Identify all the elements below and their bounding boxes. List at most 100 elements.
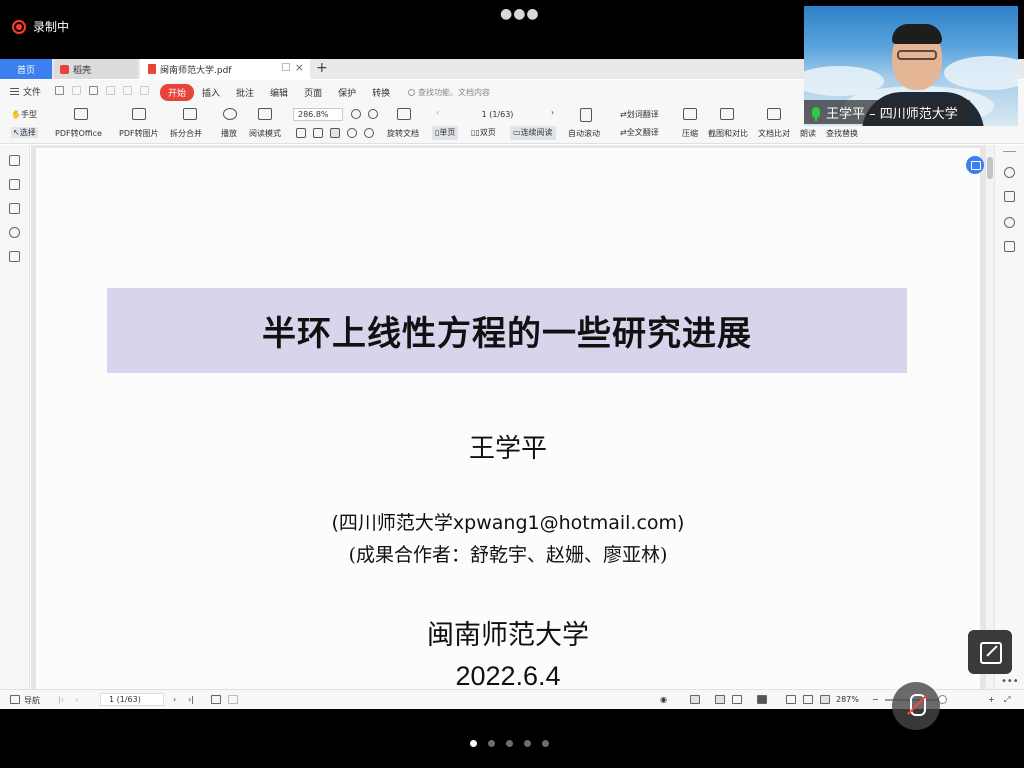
rotate-left-icon[interactable] [347,128,357,138]
new-tab-button[interactable]: + [316,60,328,76]
mic-active-icon [812,106,820,121]
bookmark-icon[interactable] [9,155,20,166]
next-page-icon[interactable]: › [551,108,554,117]
fit-width-status-icon[interactable] [820,695,830,704]
more-options-icon[interactable]: ●●● [500,6,540,22]
zoom-level[interactable]: 287% [836,695,859,704]
tab-document[interactable]: 闽南师范大学.pdf × [140,59,310,79]
tab-daoke[interactable]: 稻壳 [54,59,138,79]
full-translate-button[interactable]: ⇄全文翻译 [620,127,659,138]
pager-dot[interactable] [524,740,531,747]
pager-dot[interactable] [542,740,549,747]
speaker-name: 王学平 – 四川师范大学 [826,106,958,122]
nav-button[interactable]: 导航 [24,695,40,706]
select-tool-button[interactable]: ↖选择 [11,127,38,138]
read-mode-button[interactable]: 阅读模式 [249,128,281,139]
prev-page-icon[interactable]: ‹ [436,108,439,117]
tab-annotate[interactable]: 批注 [228,84,262,101]
word-translate-button[interactable]: ⇄划词翻译 [620,109,659,120]
page-number-input[interactable]: 1 (1/63) [100,693,164,706]
print-icon[interactable] [89,86,98,95]
tab-page[interactable]: 页面 [296,84,330,101]
fit-width-icon[interactable] [330,128,340,138]
fit-page-icon[interactable] [313,128,323,138]
window-pin-icon[interactable] [282,63,290,71]
attachment-icon[interactable] [9,227,20,238]
annotate-float-button[interactable] [968,630,1012,674]
search-doc-icon[interactable] [1004,167,1015,178]
pager-dot[interactable] [506,740,513,747]
pdf-page: 半环上线性方程的一些研究进展 王学平 (四川师范大学xpwang1@hotmai… [36,148,984,708]
auto-scroll-button[interactable]: 自动滚动 [568,128,600,139]
doc-compare-button[interactable]: 文档比对 [758,128,790,139]
double-view-icon[interactable] [732,695,742,704]
eye-protect-icon[interactable]: ◉ [660,695,667,704]
first-page-icon[interactable]: |‹ [58,695,64,704]
fullscreen-icon[interactable]: ⤢ [1004,695,1010,705]
tab-home[interactable]: 首页 [0,59,52,79]
quick-tool-icon[interactable] [966,156,984,174]
actual-size-icon[interactable] [296,128,306,138]
zoom-in-icon[interactable] [368,109,378,119]
play-button[interactable]: 播放 [221,128,237,139]
tab-protect[interactable]: 保护 [330,84,364,101]
recording-indicator[interactable]: 录制中 [12,18,69,35]
hand-tool-button[interactable]: ✋手型 [11,109,37,120]
page-indicator-dots[interactable] [470,740,549,747]
double-page-button[interactable]: ▯▯双页 [468,126,499,140]
screenshot-compare-button[interactable]: 截图和对比 [708,128,748,139]
tab-label: 闽南师范大学.pdf [160,65,232,76]
help-icon[interactable] [1004,217,1015,228]
read-aloud-button[interactable]: 朗读 [800,128,816,139]
scrollbar-thumb[interactable] [987,157,993,179]
play-mode-icon[interactable] [757,695,767,704]
single-page-button[interactable]: ▯单页 [432,126,459,140]
settings-icon[interactable] [1004,241,1015,252]
last-page-icon[interactable]: ›| [188,695,194,704]
pager-dot[interactable] [488,740,495,747]
open-icon[interactable] [55,86,64,95]
back-icon[interactable] [211,695,221,704]
page-indicator[interactable]: 1 (1/63) [450,108,545,121]
tab-edit[interactable]: 编辑 [262,84,296,101]
pager-dot[interactable] [470,740,477,747]
find-replace-button[interactable]: 查找替换 [826,128,858,139]
zoom-out-icon[interactable] [351,109,361,119]
document-viewport[interactable]: 半环上线性方程的一些研究进展 王学平 (四川师范大学xpwang1@hotmai… [31,145,986,708]
vertical-scrollbar[interactable] [986,145,994,691]
single-view-icon[interactable] [715,695,725,704]
rotate-doc-button[interactable]: 旋转文档 [387,128,419,139]
rotate-right-icon[interactable] [364,128,374,138]
tab-insert[interactable]: 插入 [194,84,228,101]
search-box[interactable]: 查找功能、文档内容 [408,87,490,98]
hamburger-icon [10,88,19,95]
continuous-view-icon[interactable] [690,695,700,704]
zoom-in-button[interactable]: + [988,695,995,704]
forward-icon[interactable] [228,695,238,704]
close-tab-icon[interactable]: × [295,61,304,74]
split-merge-button[interactable]: 拆分合并 [170,128,202,139]
more-icon[interactable]: ••• [1001,676,1019,687]
comment-icon[interactable] [9,203,20,214]
zoom-out-button[interactable]: − [872,695,879,704]
continuous-read-button[interactable]: ▭连续阅读 [510,126,556,140]
actual-size-status-icon[interactable] [786,695,796,704]
mute-mic-button[interactable] [892,682,940,730]
signature-icon[interactable] [9,251,20,262]
next-page-button[interactable]: › [173,695,176,704]
pdf-to-image-button[interactable]: PDF转图片 [119,128,159,139]
file-menu[interactable]: 文件 [10,85,41,98]
customize-icon[interactable] [140,86,149,95]
prev-page-button[interactable]: ‹ [75,695,78,704]
pdf-to-office-button[interactable]: PDF转Office [55,128,102,139]
save-icon[interactable] [72,86,81,95]
thumbnail-icon[interactable] [9,179,20,190]
zoom-select[interactable]: 286.8% [293,108,343,121]
undo-icon[interactable] [106,86,115,95]
translate-icon[interactable] [1004,191,1015,202]
redo-icon[interactable] [123,86,132,95]
compress-button[interactable]: 压缩 [682,128,698,139]
tab-convert[interactable]: 转换 [364,84,398,101]
tab-start[interactable]: 开始 [160,84,195,101]
fit-status-icon[interactable] [803,695,813,704]
